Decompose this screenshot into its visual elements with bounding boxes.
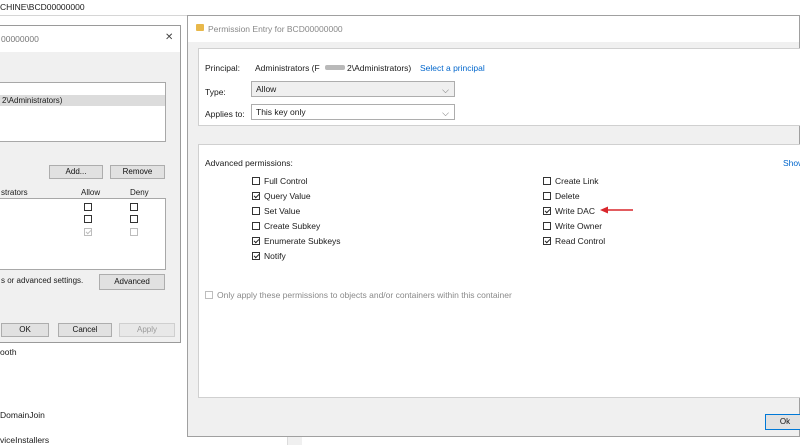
principal-label: Principal: — [205, 63, 240, 73]
write-owner-checkbox[interactable] — [543, 222, 551, 230]
applies-to-dropdown[interactable]: This key only ⌵ — [251, 104, 455, 120]
only-apply-label: Only apply these permissions to objects … — [217, 290, 512, 300]
type-dropdown[interactable]: Allow ⌵ — [251, 81, 455, 97]
tree-item[interactable]: DomainJoin — [0, 410, 45, 420]
delete-label: Delete — [555, 191, 580, 201]
create-subkey-label: Create Subkey — [264, 221, 321, 231]
permission-entry-dialog: Permission Entry for BCD00000000 Princip… — [187, 15, 800, 437]
write-owner-label: Write Owner — [555, 221, 603, 231]
chevron-down-icon: ⌵ — [442, 85, 449, 95]
enumerate-subkeys-checkbox[interactable] — [252, 237, 260, 245]
set-value-label: Set Value — [264, 206, 301, 216]
full-control-checkbox[interactable] — [252, 177, 260, 185]
query-value-label: Query Value — [264, 191, 311, 201]
registry-tree: ooth DomainJoin viceInstallers — [0, 340, 190, 445]
create-link-label: Create Link — [555, 176, 599, 186]
set-value-checkbox[interactable] — [252, 207, 260, 215]
principal-panel: Principal: Administrators (F 2\Administr… — [198, 48, 800, 126]
apply-button[interactable]: Apply — [119, 323, 175, 337]
advanced-permissions-label: Advanced permissions: — [205, 158, 293, 168]
read-control-checkbox[interactable] — [543, 237, 551, 245]
create-link-checkbox[interactable] — [543, 177, 551, 185]
dialog-titlebar: 00000000 ✕ — [0, 26, 180, 52]
deny-header: Deny — [130, 188, 149, 197]
permissions-table — [0, 198, 166, 270]
entry-titlebar: Permission Entry for BCD00000000 — [188, 16, 799, 42]
write-dac-checkbox[interactable] — [543, 207, 551, 215]
principal-row-label: 2\Administrators) — [2, 96, 63, 105]
dialog-title: 00000000 — [1, 34, 39, 44]
principal-value-tail: 2\Administrators) — [347, 63, 412, 73]
tree-item[interactable]: ooth — [0, 347, 17, 357]
principal-list[interactable]: 2\Administrators) — [0, 82, 166, 142]
permissions-header: strators — [1, 188, 28, 197]
type-value: Allow — [256, 84, 277, 94]
folder-icon — [196, 24, 204, 31]
applies-to-label: Applies to: — [205, 109, 245, 119]
full-control-label: Full Control — [264, 176, 308, 186]
principal-row-selected[interactable]: 2\Administrators) — [0, 95, 165, 106]
close-icon[interactable]: ✕ — [165, 32, 173, 43]
query-value-checkbox[interactable] — [252, 192, 260, 200]
address-bar[interactable]: CHINE\BCD00000000 — [0, 0, 800, 16]
read-control-label: Read Control — [555, 236, 606, 246]
enumerate-subkeys-label: Enumerate Subkeys — [264, 236, 341, 246]
cancel-button[interactable]: Cancel — [58, 323, 112, 337]
ok-button[interactable]: OK — [1, 323, 49, 337]
allow-checkbox-disabled — [84, 228, 92, 236]
advanced-button[interactable]: Advanced — [99, 274, 165, 290]
deny-checkbox[interactable] — [130, 203, 138, 211]
deny-checkbox-disabled — [130, 228, 138, 236]
annotation-arrow-icon — [600, 206, 633, 214]
advanced-note: s or advanced settings. — [1, 276, 84, 285]
allow-checkbox[interactable] — [84, 215, 92, 223]
show-basic-link[interactable]: Show — [783, 158, 800, 168]
only-apply-checkbox[interactable] — [205, 291, 213, 299]
advanced-permissions-panel: Advanced permissions: Show Full Control … — [198, 144, 800, 398]
delete-checkbox[interactable] — [543, 192, 551, 200]
add-button[interactable]: Add... — [49, 165, 103, 179]
principal-value: Administrators (F — [255, 63, 320, 73]
entry-ok-button[interactable]: Ok — [765, 414, 800, 430]
applies-to-value: This key only — [256, 107, 306, 117]
tree-item[interactable]: viceInstallers — [0, 435, 49, 445]
chevron-down-icon: ⌵ — [442, 108, 449, 118]
address-path: CHINE\BCD00000000 — [0, 2, 85, 12]
allow-header: Allow — [81, 188, 101, 197]
remove-button[interactable]: Remove — [110, 165, 165, 179]
write-dac-label: Write DAC — [555, 206, 595, 216]
allow-checkbox[interactable] — [84, 203, 92, 211]
notify-label: Notify — [264, 251, 286, 261]
deny-checkbox[interactable] — [130, 215, 138, 223]
type-label: Type: — [205, 87, 226, 97]
security-dialog: 00000000 ✕ 2\Administrators) Add... Remo… — [0, 25, 181, 343]
select-principal-link[interactable]: Select a principal — [420, 63, 485, 73]
redaction-blur — [325, 65, 345, 70]
create-subkey-checkbox[interactable] — [252, 222, 260, 230]
entry-title: Permission Entry for BCD00000000 — [208, 24, 343, 34]
notify-checkbox[interactable] — [252, 252, 260, 260]
